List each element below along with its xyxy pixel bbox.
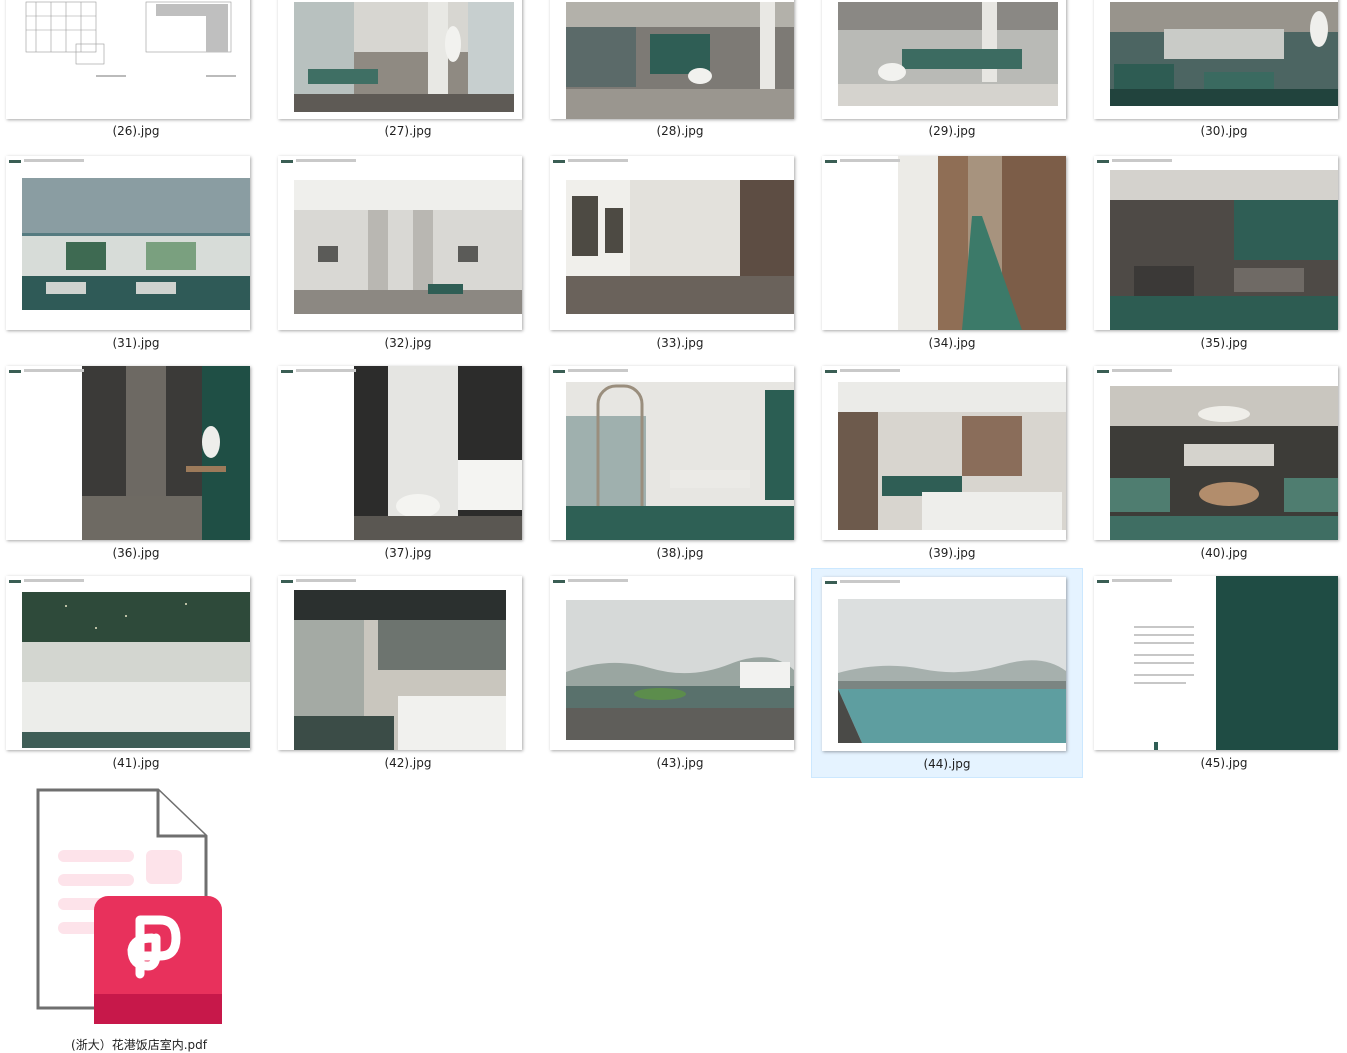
file-name: (28).jpg: [656, 124, 704, 138]
file-tile[interactable]: (34).jpg: [816, 156, 1088, 366]
thumbnail: [6, 366, 250, 540]
file-tile[interactable]: (36).jpg: [0, 366, 272, 576]
file-tile[interactable]: (33).jpg: [544, 156, 816, 366]
thumbnail: [822, 366, 1066, 540]
pdf-document-icon: [36, 788, 222, 1024]
file-name: (42).jpg: [384, 756, 432, 770]
file-tile[interactable]: (45).jpg: [1088, 576, 1347, 786]
thumbnail: [550, 366, 794, 540]
file-name: (26).jpg: [112, 124, 160, 138]
file-tile[interactable]: (39).jpg: [816, 366, 1088, 576]
thumbnail: [278, 0, 522, 119]
file-tile[interactable]: (32).jpg: [272, 156, 544, 366]
thumbnail: [1094, 156, 1338, 330]
thumbnail: [822, 0, 1066, 119]
file-name: (43).jpg: [656, 756, 704, 770]
file-name: (34).jpg: [928, 336, 976, 350]
file-name: (40).jpg: [1200, 546, 1248, 560]
file-tile[interactable]: (35).jpg: [1088, 156, 1347, 366]
file-tile-selected[interactable]: (44).jpg: [811, 568, 1083, 778]
thumbnail: [278, 156, 522, 330]
thumbnail: [6, 156, 250, 330]
file-name: (45).jpg: [1200, 756, 1248, 770]
thumbnail: [6, 0, 250, 119]
thumbnail: [550, 576, 794, 750]
file-name: (36).jpg: [112, 546, 160, 560]
file-name: (31).jpg: [112, 336, 160, 350]
file-name: (32).jpg: [384, 336, 432, 350]
file-name: (38).jpg: [656, 546, 704, 560]
thumbnail: [278, 576, 522, 750]
thumbnail: [1094, 576, 1338, 750]
file-tile[interactable]: (42).jpg: [272, 576, 544, 786]
file-tile[interactable]: (37).jpg: [272, 366, 544, 576]
file-tile[interactable]: (31).jpg: [0, 156, 272, 366]
thumbnail: [1094, 366, 1338, 540]
thumbnail: [278, 366, 522, 540]
pdf-file-tile[interactable]: (浙大）花港饭店室内.pdf: [8, 786, 270, 1052]
thumbnail: [822, 156, 1066, 330]
file-name: (41).jpg: [112, 756, 160, 770]
thumbnail: [1094, 0, 1338, 119]
file-tile[interactable]: (41).jpg: [0, 576, 272, 786]
file-name: (39).jpg: [928, 546, 976, 560]
file-name: (27).jpg: [384, 124, 432, 138]
thumbnail: [550, 156, 794, 330]
file-tile[interactable]: (38).jpg: [544, 366, 816, 576]
file-name: (37).jpg: [384, 546, 432, 560]
thumbnail: [550, 0, 794, 119]
file-name: (浙大）花港饭店室内.pdf: [71, 1038, 207, 1052]
file-tile[interactable]: (40).jpg: [1088, 366, 1347, 576]
file-tile[interactable]: (43).jpg: [544, 576, 816, 786]
file-name: (30).jpg: [1200, 124, 1248, 138]
file-name: (29).jpg: [928, 124, 976, 138]
file-name: (33).jpg: [656, 336, 704, 350]
thumbnail: [6, 576, 250, 750]
file-name: (44).jpg: [923, 757, 971, 771]
thumbnail: [822, 577, 1066, 751]
file-name: (35).jpg: [1200, 336, 1248, 350]
